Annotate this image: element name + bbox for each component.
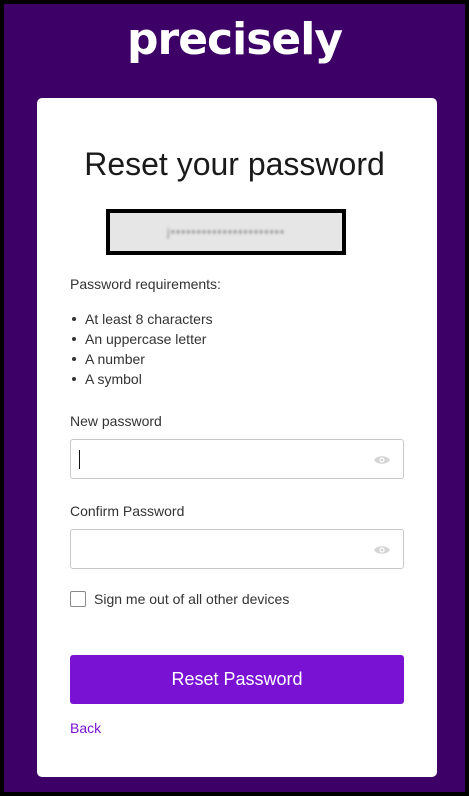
precisely-logo: precisely bbox=[127, 14, 343, 65]
new-password-label: New password bbox=[70, 413, 162, 429]
page-title: Reset your password bbox=[84, 146, 385, 182]
sign-out-label[interactable]: Sign me out of all other devices bbox=[94, 591, 289, 607]
new-password-input[interactable] bbox=[70, 439, 404, 479]
text-cursor bbox=[79, 450, 80, 469]
reset-password-button[interactable]: Reset Password bbox=[70, 655, 404, 704]
requirement-item: A symbol bbox=[70, 370, 213, 390]
sign-out-checkbox[interactable] bbox=[70, 591, 86, 607]
redacted-email: j•••••••••••••••••••••• bbox=[106, 209, 346, 255]
eye-icon[interactable] bbox=[373, 544, 391, 556]
confirm-password-label: Confirm Password bbox=[70, 503, 185, 519]
requirement-item: A number bbox=[70, 350, 213, 370]
requirement-item: An uppercase letter bbox=[70, 330, 213, 350]
redacted-email-text: j•••••••••••••••••••••• bbox=[166, 225, 286, 239]
password-requirements-title: Password requirements: bbox=[70, 276, 221, 292]
page-background: precisely Reset your password j•••••••••… bbox=[0, 0, 469, 796]
confirm-password-input[interactable] bbox=[70, 529, 404, 569]
requirement-item: At least 8 characters bbox=[70, 310, 213, 330]
password-requirements-list: At least 8 characters An uppercase lette… bbox=[70, 310, 213, 390]
eye-icon[interactable] bbox=[373, 454, 391, 466]
back-link[interactable]: Back bbox=[70, 720, 101, 736]
